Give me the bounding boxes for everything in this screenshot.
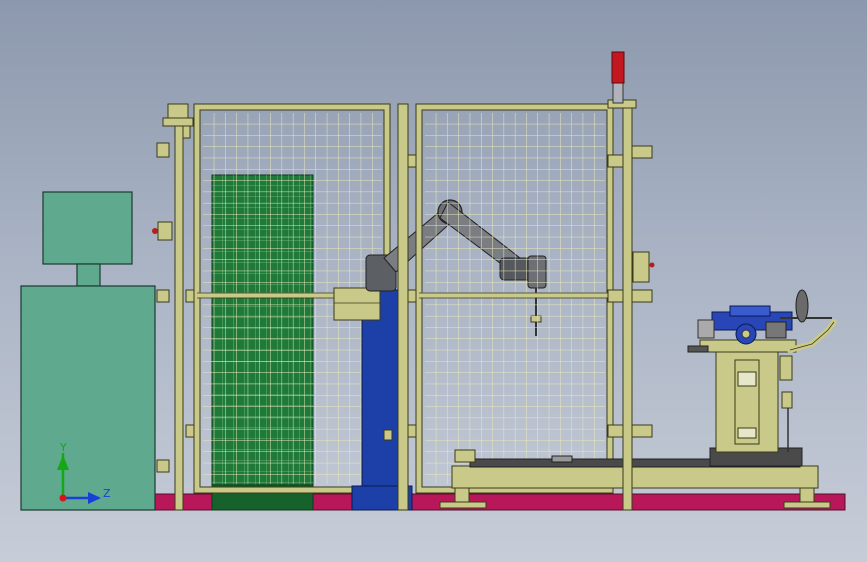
signal-beacon [611,51,625,104]
right-door-mesh[interactable] [415,103,614,494]
workcell-assembly-drawing: Y Z [20,51,846,511]
control-cabinet[interactable] [20,191,156,511]
door-switch-right [632,251,650,283]
triad-y-label: Y [59,441,67,454]
cabinet-neck [76,263,101,287]
left-fence-post [152,103,195,511]
cabinet-body [20,285,156,511]
cad-viewport[interactable]: Y Z [0,0,867,562]
cabinet-monitor [42,191,133,265]
triad-z-label: Z [103,487,111,500]
gearbox-stand [687,339,803,467]
door-switch [157,221,173,241]
right-fence-post [607,99,655,511]
